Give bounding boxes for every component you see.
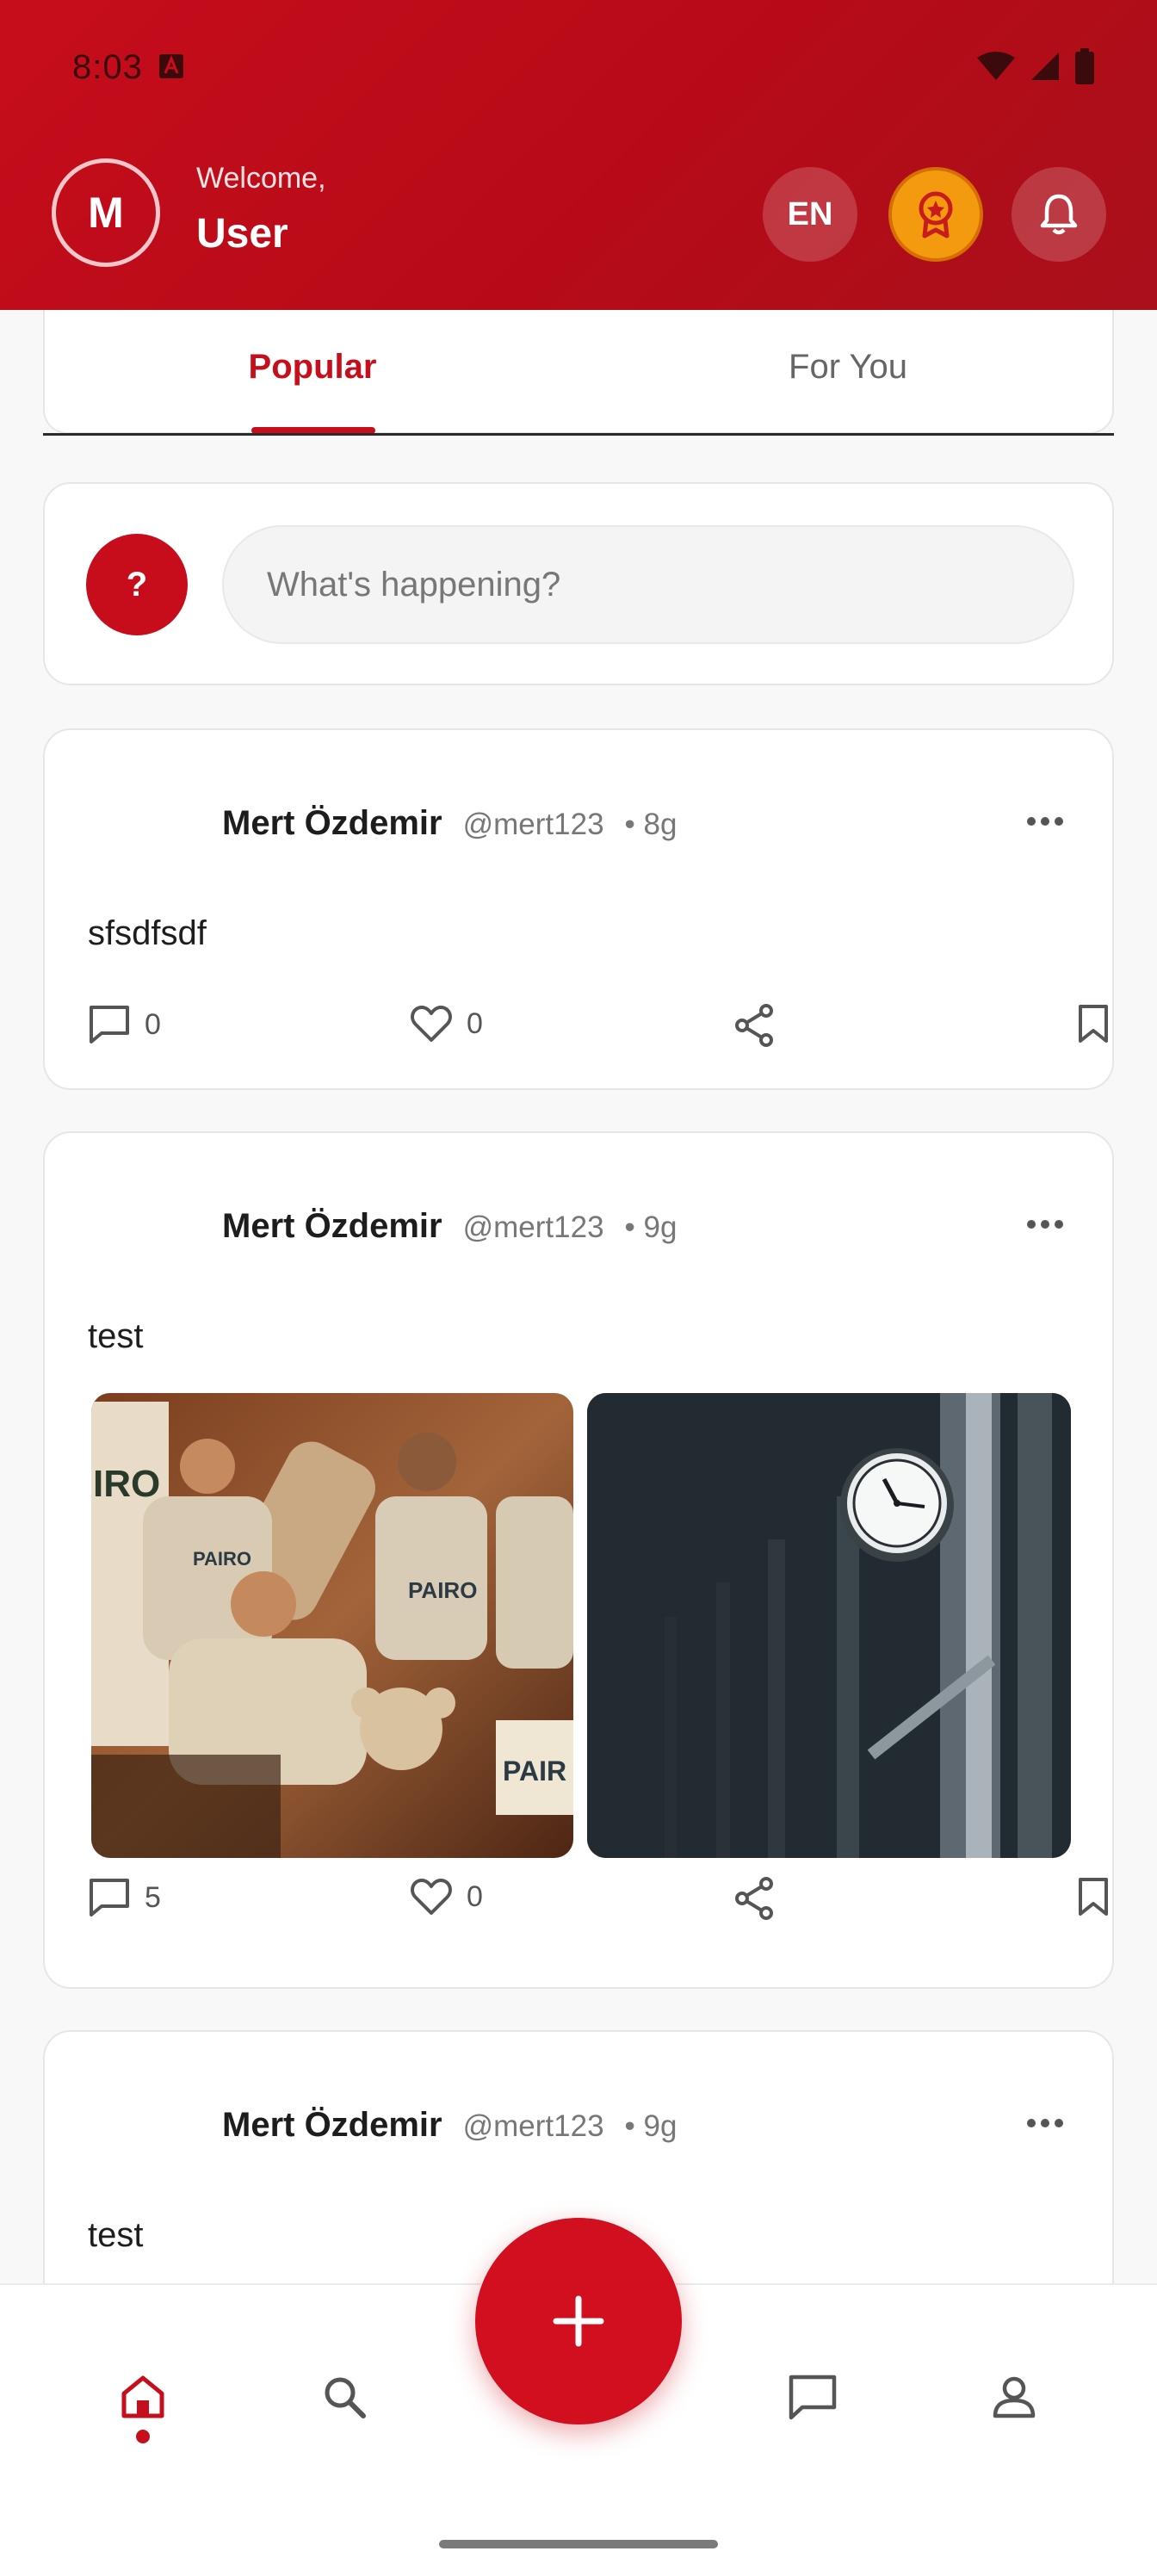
svg-text:PAIRO: PAIRO	[193, 1548, 251, 1570]
feed-tabs: Popular For You	[43, 310, 1114, 434]
bookmark-button[interactable]	[1076, 1877, 1111, 1917]
like-count: 0	[467, 1879, 483, 1913]
nav-messages[interactable]	[778, 2362, 847, 2431]
composer-avatar: ?	[86, 534, 188, 635]
app-screen: 8:03 M Welcome, User EN Popular For You …	[0, 0, 1157, 2576]
post-text: test	[88, 2216, 144, 2254]
wifi-icon	[977, 52, 1015, 80]
profile-icon	[993, 2376, 1036, 2418]
tabs-divider	[43, 433, 1114, 436]
create-post-button[interactable]	[475, 2218, 682, 2424]
welcome-text: Welcome,	[196, 162, 326, 195]
comment-icon	[90, 1006, 129, 1043]
bookmark-button[interactable]	[1076, 1004, 1111, 1043]
badge-button[interactable]	[888, 167, 983, 262]
comment-button[interactable]: 0	[88, 1004, 161, 1045]
nav-search[interactable]	[310, 2362, 379, 2431]
post-author-name[interactable]: Mert Özdemir	[222, 804, 442, 843]
bookmark-icon	[1079, 1878, 1108, 1916]
comment-button[interactable]: 5	[88, 1877, 161, 1918]
comment-count: 0	[145, 1007, 161, 1041]
more-options-icon[interactable]	[1026, 2118, 1064, 2128]
post-author-handle: @mert123	[462, 808, 604, 841]
status-time: 8:03	[72, 48, 143, 86]
post-image-clock[interactable]	[587, 1393, 1071, 1858]
search-icon	[325, 2377, 366, 2418]
header: 8:03 M Welcome, User EN	[0, 0, 1157, 310]
post-time: • 8g	[624, 808, 677, 841]
system-home-indicator[interactable]	[439, 2540, 718, 2548]
comment-icon	[90, 1879, 129, 1917]
post-actions: 0 0	[88, 1004, 1108, 1056]
svg-text:PAIR: PAIR	[503, 1756, 566, 1786]
post-header: Mert Özdemir @mert123 • 9g	[222, 2106, 677, 2145]
chat-icon	[789, 2375, 837, 2420]
active-nav-dot	[136, 2430, 150, 2443]
nav-home[interactable]	[108, 2362, 177, 2431]
post-author-name[interactable]: Mert Özdemir	[222, 1207, 442, 1246]
plus-icon	[553, 2295, 604, 2347]
post-time: • 9g	[624, 1211, 677, 1244]
like-button[interactable]: 0	[410, 1877, 483, 1917]
share-icon	[735, 1877, 773, 1920]
bookmark-icon	[1079, 1005, 1108, 1043]
clock-photo	[587, 1393, 1071, 1858]
composer-input[interactable]: What's happening?	[222, 525, 1074, 644]
more-options-icon[interactable]	[1026, 816, 1064, 827]
svg-text:PAIRO: PAIRO	[408, 1577, 477, 1603]
post-actions: 5 0	[88, 1877, 1108, 1929]
post-header: Mert Özdemir @mert123 • 9g	[222, 1207, 677, 1246]
like-button[interactable]: 0	[410, 1004, 483, 1043]
post-text: test	[88, 1317, 144, 1355]
post-author-handle: @mert123	[462, 2109, 604, 2143]
language-button[interactable]: EN	[763, 167, 857, 262]
signal-icon	[1031, 53, 1059, 80]
user-avatar[interactable]: M	[52, 158, 160, 267]
comment-count: 5	[145, 1880, 161, 1914]
post-time: • 9g	[624, 2109, 677, 2143]
heart-icon	[411, 1006, 452, 1042]
award-icon	[919, 191, 953, 238]
app-notification-icon	[159, 54, 183, 78]
post-header: Mert Özdemir @mert123 • 8g	[222, 804, 677, 843]
post-image-volunteers[interactable]: IRO PAIR PAIRO PAIRO	[91, 1393, 573, 1858]
tab-popular[interactable]: Popular	[45, 348, 580, 387]
share-button[interactable]	[733, 1877, 775, 1920]
notifications-button[interactable]	[1012, 167, 1106, 262]
home-icon	[121, 2375, 164, 2418]
post-card[interactable]: Mert Özdemir @mert123 • 9g test IRO PAIR…	[43, 1131, 1114, 1989]
like-count: 0	[467, 1006, 483, 1040]
share-button[interactable]	[733, 1004, 775, 1047]
share-icon	[735, 1004, 773, 1047]
post-composer: ? What's happening?	[43, 482, 1114, 685]
tab-for-you[interactable]: For You	[580, 348, 1116, 387]
nav-profile[interactable]	[980, 2362, 1049, 2431]
more-options-icon[interactable]	[1026, 1219, 1064, 1229]
post-author-handle: @mert123	[462, 1211, 604, 1244]
post-author-name[interactable]: Mert Özdemir	[222, 2106, 442, 2145]
status-icons	[976, 48, 1095, 84]
battery-icon	[1075, 48, 1094, 84]
post-text: sfsdfsdf	[88, 914, 207, 952]
heart-icon	[411, 1879, 452, 1915]
post-card[interactable]: Mert Özdemir @mert123 • 8g sfsdfsdf 0 0	[43, 728, 1114, 1090]
status-bar: 8:03	[0, 0, 1157, 129]
svg-text:IRO: IRO	[93, 1463, 160, 1505]
bell-icon	[1040, 194, 1078, 235]
username-text: User	[196, 211, 288, 257]
volunteers-photo: IRO PAIR PAIRO PAIRO	[91, 1393, 573, 1858]
